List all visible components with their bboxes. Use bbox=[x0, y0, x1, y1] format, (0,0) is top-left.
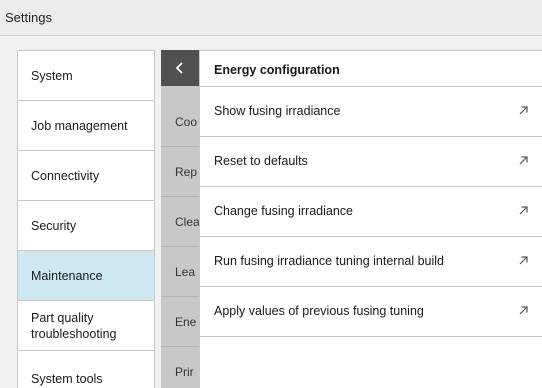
arrow-up-right-icon bbox=[519, 106, 528, 115]
sidebar-item-label: Maintenance bbox=[31, 268, 103, 283]
option-label: Apply values of previous fusing tuning bbox=[214, 304, 424, 318]
sidebar-item-maintenance[interactable]: Maintenance bbox=[18, 251, 154, 301]
title-bar: Settings bbox=[0, 0, 542, 36]
option-label: Run fusing irradiance tuning internal bu… bbox=[214, 254, 445, 268]
window-title: Settings bbox=[5, 10, 52, 25]
sidebar-item-part-quality-troubleshooting[interactable]: Part quality troubleshooting bbox=[18, 301, 154, 351]
option-show-fusing-irradiance[interactable]: Show fusing irradiance bbox=[200, 87, 542, 137]
submenu-item[interactable]: Prir bbox=[161, 347, 199, 388]
panel-title: Energy configuration bbox=[214, 63, 340, 77]
option-change-fusing-irradiance[interactable]: Change fusing irradiance bbox=[200, 187, 542, 237]
option-apply-previous-fusing-tuning[interactable]: Apply values of previous fusing tuning bbox=[200, 287, 542, 337]
sidebar-item-label: System tools bbox=[31, 372, 103, 386]
option-label: Reset to defaults bbox=[214, 154, 308, 168]
sidebar-item-label: System bbox=[31, 68, 73, 83]
sidebar-item-label: Part quality troubleshooting bbox=[31, 310, 117, 341]
sidebar-item-system[interactable]: System bbox=[18, 51, 154, 101]
sidebar-item-connectivity[interactable]: Connectivity bbox=[18, 151, 154, 201]
submenu-item-label: Lea bbox=[175, 264, 196, 279]
submenu-item[interactable]: Ene bbox=[161, 297, 199, 347]
maintenance-submenu: Coo Rep Clea Lea Ene Prir bbox=[161, 50, 199, 388]
sidebar-item-system-tools[interactable]: System tools bbox=[18, 351, 154, 388]
sidebar-item-label: Connectivity bbox=[31, 168, 100, 183]
chevron-left-icon bbox=[175, 62, 183, 74]
submenu-item-label: Coo bbox=[175, 114, 198, 129]
submenu-item-label: Prir bbox=[175, 364, 194, 379]
submenu-item[interactable]: Rep bbox=[161, 147, 199, 197]
option-run-fusing-irradiance-tuning[interactable]: Run fusing irradiance tuning internal bu… bbox=[200, 237, 542, 287]
arrow-up-right-icon bbox=[519, 306, 528, 315]
submenu-item-label: Ene bbox=[175, 314, 197, 329]
sidebar-item-label: Job management bbox=[31, 118, 128, 133]
sidebar-item-job-management[interactable]: Job management bbox=[18, 101, 154, 151]
option-label: Change fusing irradiance bbox=[214, 204, 353, 218]
submenu-item[interactable]: Coo bbox=[161, 97, 199, 147]
submenu-item[interactable]: Clea bbox=[161, 197, 199, 247]
option-label: Show fusing irradiance bbox=[214, 104, 341, 118]
submenu-item[interactable]: Lea bbox=[161, 247, 199, 297]
arrow-up-right-icon bbox=[519, 256, 528, 265]
submenu-item-label: Rep bbox=[175, 164, 198, 179]
arrow-up-right-icon bbox=[519, 206, 528, 215]
arrow-up-right-icon bbox=[519, 156, 528, 165]
settings-sidebar: System Job management Connectivity Secur… bbox=[17, 50, 155, 388]
option-reset-to-defaults[interactable]: Reset to defaults bbox=[200, 137, 542, 187]
submenu-item-label: Clea bbox=[175, 214, 199, 229]
energy-configuration-panel: Energy configuration Show fusing irradia… bbox=[199, 50, 542, 388]
back-button[interactable] bbox=[161, 50, 199, 86]
sidebar-item-security[interactable]: Security bbox=[18, 201, 154, 251]
sidebar-item-label: Security bbox=[31, 218, 77, 233]
